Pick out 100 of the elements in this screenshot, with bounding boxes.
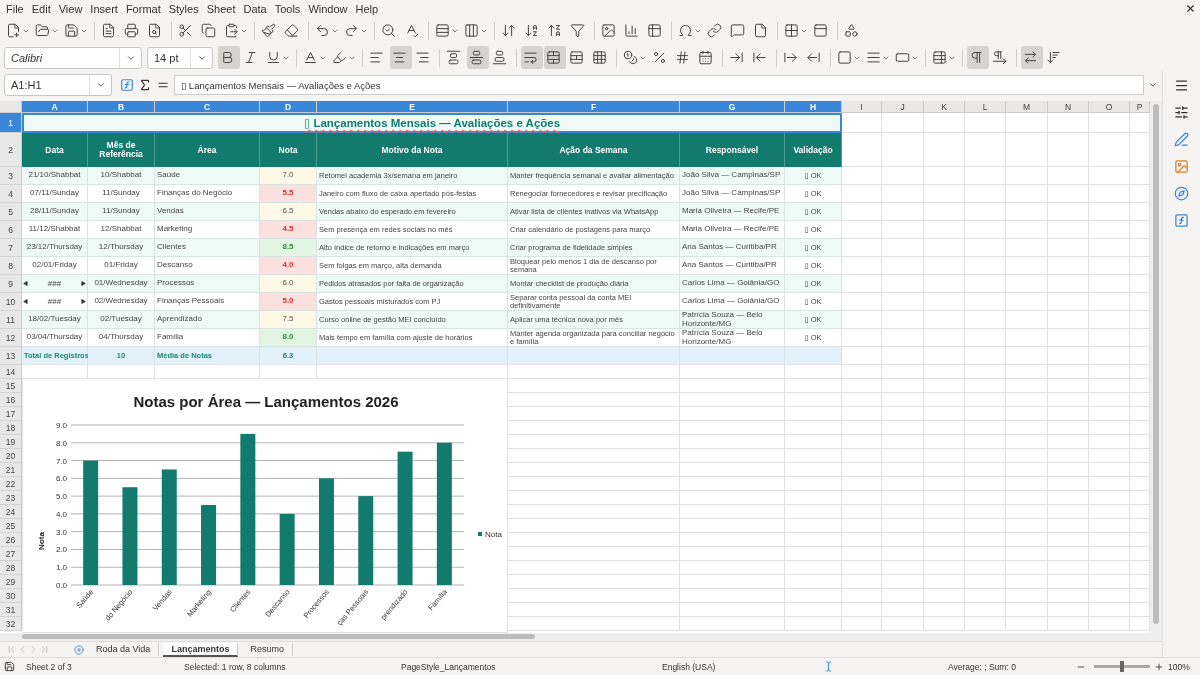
- owner-cell: Ana Santos — Curitiba/PR: [680, 239, 785, 257]
- row-number[interactable]: 8: [0, 257, 22, 275]
- row-number[interactable]: 10: [0, 293, 22, 311]
- menu-item[interactable]: View: [56, 2, 89, 15]
- column-heading[interactable]: D: [260, 101, 317, 113]
- column-heading[interactable]: G: [680, 101, 785, 113]
- row-number[interactable]: 7: [0, 239, 22, 257]
- column-heading[interactable]: N: [1048, 101, 1089, 113]
- menu-item[interactable]: Help: [353, 2, 385, 15]
- row-number[interactable]: 9: [0, 275, 22, 293]
- row-number[interactable]: 26: [0, 533, 22, 547]
- score-cell: 6.5: [260, 203, 317, 221]
- area-cell: Marketing: [155, 221, 260, 239]
- area-cell: Descanso: [155, 257, 260, 275]
- column-heading[interactable]: K: [924, 101, 965, 113]
- area-cell: Finanças Pessoais: [155, 293, 260, 311]
- row-number[interactable]: 31: [0, 603, 22, 617]
- sheet-tab[interactable]: Resumo: [242, 642, 293, 657]
- menu-item[interactable]: Format: [123, 2, 167, 15]
- row-number[interactable]: 29: [0, 575, 22, 589]
- row-number[interactable]: 32: [0, 617, 22, 631]
- font-size-field[interactable]: 14 pt: [147, 46, 213, 69]
- column-heading[interactable]: I: [842, 101, 882, 113]
- row-number[interactable]: 21: [0, 463, 22, 477]
- selection-info: Selected: 1 row, 8 columns: [184, 661, 287, 672]
- row-number[interactable]: 20: [0, 449, 22, 463]
- menu-item[interactable]: Insert: [88, 2, 124, 15]
- row-number[interactable]: 19: [0, 435, 22, 449]
- row-number[interactable]: 6: [0, 221, 22, 239]
- column-heading[interactable]: M: [1006, 101, 1048, 113]
- row-number[interactable]: 23: [0, 491, 22, 505]
- row-number[interactable]: 25: [0, 519, 22, 533]
- column-header: Data: [22, 133, 88, 167]
- row-number[interactable]: 18: [0, 421, 22, 435]
- menu-item[interactable]: Edit: [29, 2, 57, 15]
- column-heading[interactable]: B: [88, 101, 155, 113]
- row-number[interactable]: 30: [0, 589, 22, 603]
- column-heading[interactable]: F: [508, 101, 680, 113]
- date-cell: 07/11/Sunday: [22, 185, 88, 203]
- row-number[interactable]: 2: [0, 133, 22, 167]
- date-cell: 11/12/Shabbat: [22, 221, 88, 239]
- axis-tick-label: 4.0: [55, 509, 67, 519]
- menu-item[interactable]: Sheet: [204, 2, 242, 15]
- sheet-tab[interactable]: Roda da Vida: [88, 642, 160, 657]
- sheet-tab[interactable]: Lançamentos: [163, 642, 239, 657]
- axis-tick-label: 7.0: [55, 456, 67, 466]
- row-number[interactable]: 14: [0, 365, 22, 379]
- score-cell: 5.5: [260, 185, 317, 203]
- menu-item[interactable]: Tools: [272, 2, 307, 15]
- month-cell: 01/Friday: [88, 257, 155, 275]
- column-heading[interactable]: J: [882, 101, 924, 113]
- owner-cell: Patrícia Souza — Belo Horizonte/MG: [680, 311, 785, 329]
- owner-cell: Carlos Lima — Goiânia/GO: [680, 293, 785, 311]
- row-number[interactable]: 16: [0, 393, 22, 407]
- column-heading[interactable]: A: [22, 101, 88, 113]
- month-cell: 12/Thursday: [88, 239, 155, 257]
- month-cell: 11/Sunday: [88, 185, 155, 203]
- column-heading[interactable]: C: [155, 101, 260, 113]
- month-cell: 01/Wednesday: [88, 275, 155, 293]
- row-number[interactable]: 5: [0, 203, 22, 221]
- column-header: Responsável: [680, 133, 785, 167]
- name-box[interactable]: A1:H1: [4, 74, 112, 96]
- owner-cell: João Silva — Campinas/SP: [680, 185, 785, 203]
- formula-input[interactable]: ▯ Lançamentos Mensais — Avaliações e Ações: [174, 75, 1144, 95]
- row-number[interactable]: 11: [0, 311, 22, 329]
- row-number[interactable]: 24: [0, 505, 22, 519]
- row-number[interactable]: 28: [0, 561, 22, 575]
- month-cell: 10/Shabbat: [88, 167, 155, 185]
- area-cell: Finanças do Negócio: [155, 185, 260, 203]
- row-number[interactable]: 17: [0, 407, 22, 421]
- column-header: Ação da Semana: [508, 133, 680, 167]
- score-cell: 7.0: [260, 167, 317, 185]
- row-number[interactable]: 3: [0, 167, 22, 185]
- row-number[interactable]: 4: [0, 185, 22, 203]
- row-number[interactable]: 22: [0, 477, 22, 491]
- font-name-field[interactable]: Calibri: [4, 46, 142, 69]
- column-heading[interactable]: O: [1089, 101, 1130, 113]
- row-number[interactable]: 12: [0, 329, 22, 347]
- date-cell: 02/01/Friday: [22, 257, 88, 275]
- column-heading[interactable]: H: [785, 101, 842, 113]
- menu-item[interactable]: File: [4, 2, 30, 15]
- row-number[interactable]: 1: [0, 113, 22, 133]
- menu-item[interactable]: Data: [241, 2, 273, 15]
- score-cell: 4.5: [260, 221, 317, 239]
- column-heading[interactable]: L: [965, 101, 1006, 113]
- area-cell: Família: [155, 329, 260, 347]
- column-header: Motivo da Nota: [317, 133, 508, 167]
- row-number[interactable]: 15: [0, 379, 22, 393]
- row-number[interactable]: 27: [0, 547, 22, 561]
- sheet-title: ▯ Lançamentos Mensais — Avaliações e Ações: [22, 113, 842, 133]
- column-heading[interactable]: E: [317, 101, 508, 113]
- menu-item[interactable]: Styles: [166, 2, 205, 15]
- row-number[interactable]: 13: [0, 347, 22, 365]
- area-cell: Clientes: [155, 239, 260, 257]
- score-cell: 5.0: [260, 293, 317, 311]
- axis-tick-label: 3.0: [55, 527, 67, 537]
- menu-item[interactable]: Window: [306, 2, 354, 15]
- owner-cell: João Silva — Campinas/SP: [680, 167, 785, 185]
- column-heading[interactable]: P: [1130, 101, 1150, 113]
- column-header: Nota: [260, 133, 317, 167]
